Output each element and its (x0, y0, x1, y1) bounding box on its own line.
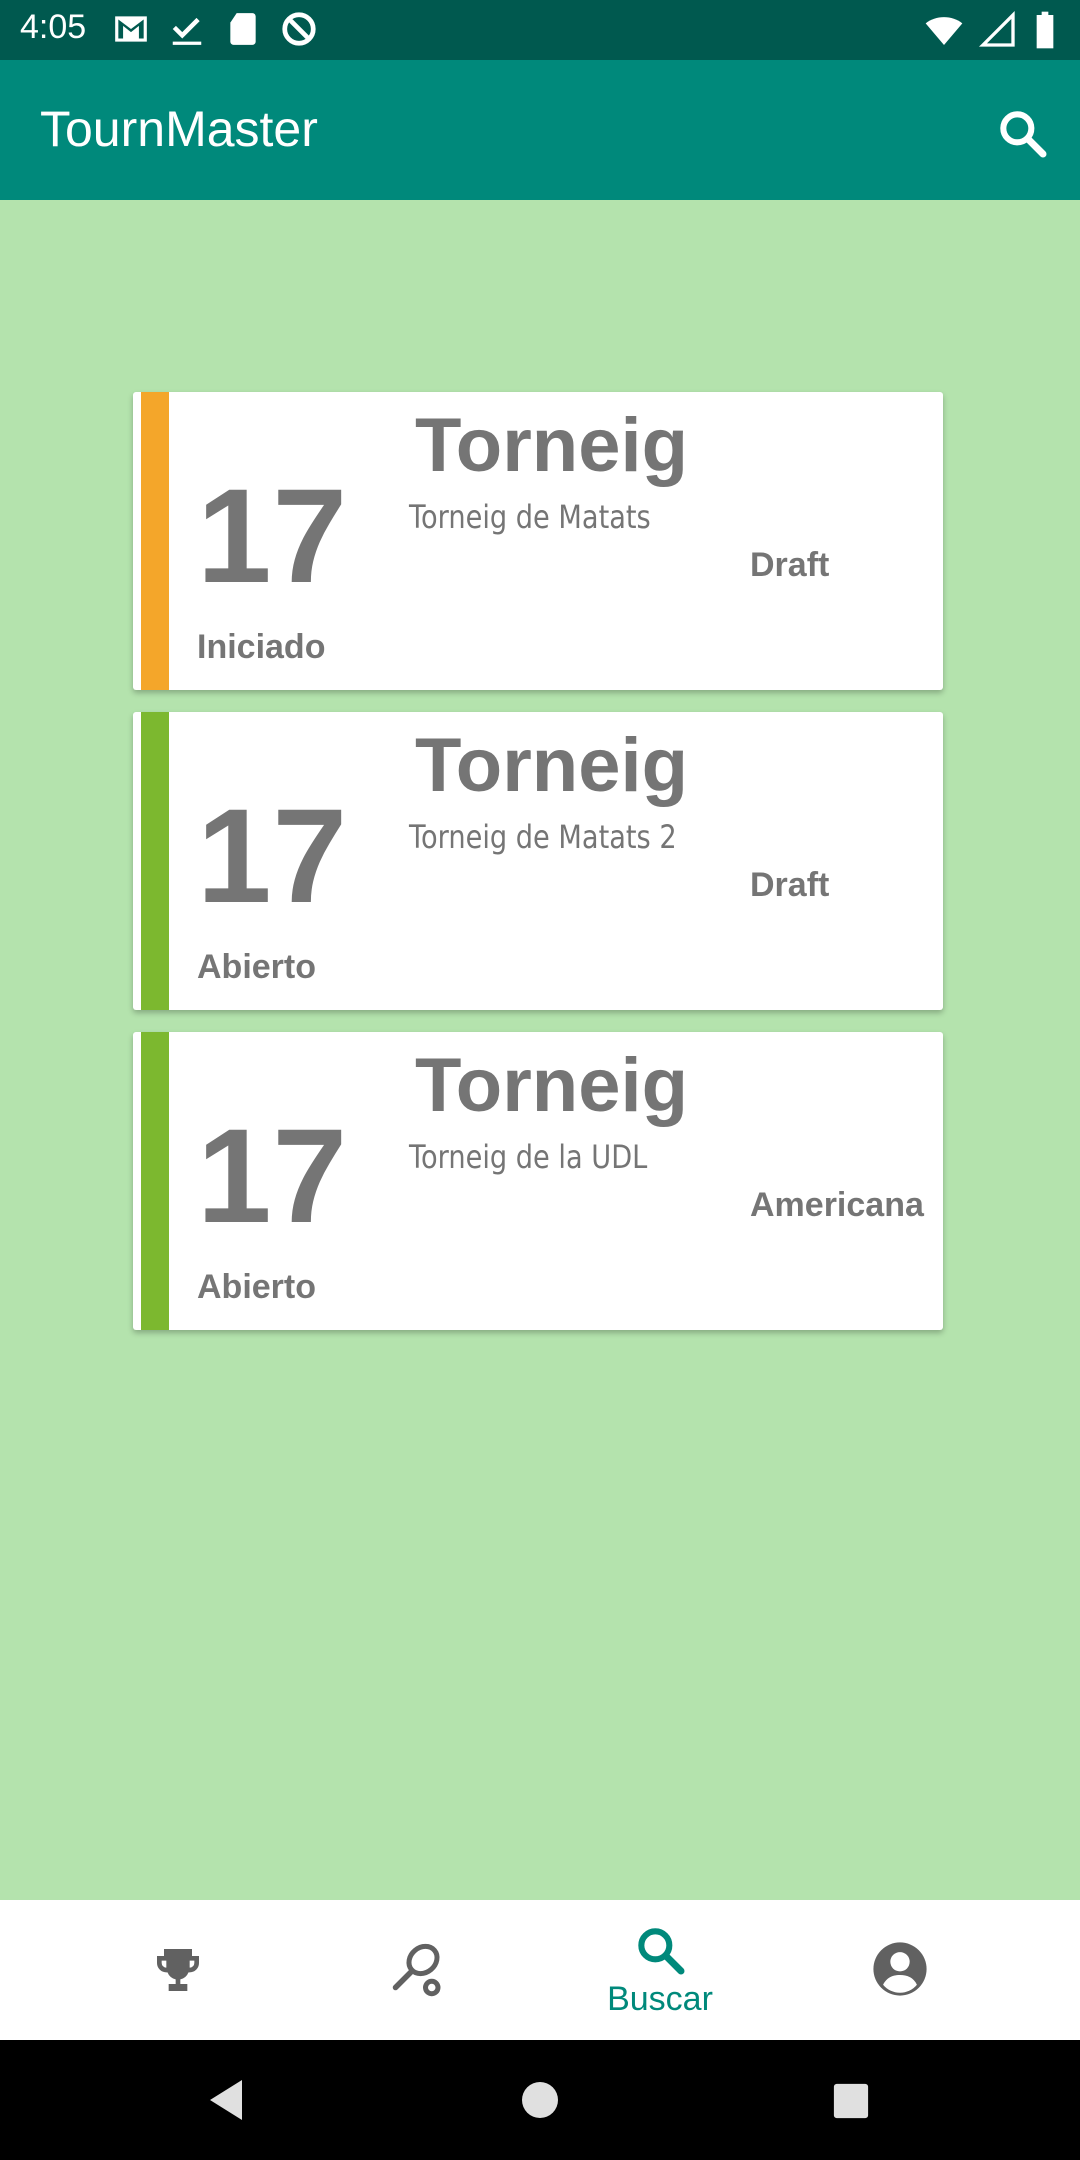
status-bar: 4:05 (0, 0, 1080, 60)
nav-item-profile[interactable] (780, 1900, 1020, 2040)
tournament-card[interactable]: 17 Torneig Torneig de la UDL Americana A… (133, 1032, 943, 1330)
tournament-subtitle: Torneig de la UDL (409, 1138, 648, 1176)
nav-item-tournaments[interactable] (58, 1900, 298, 2040)
tournament-number: 17 (197, 1102, 349, 1251)
tournament-number: 17 (197, 462, 349, 611)
tournament-status: Iniciado (197, 628, 326, 666)
tournament-status: Abierto (197, 948, 316, 986)
app-title: TournMaster (40, 101, 318, 157)
recents-icon[interactable] (832, 2082, 870, 2120)
trophy-icon (157, 1949, 199, 1991)
app-bar: TournMaster (0, 60, 1080, 200)
tournament-subtitle: Torneig de Matats (409, 498, 651, 536)
system-status-icons (924, 10, 1058, 50)
tournament-card[interactable]: 17 Torneig Torneig de Matats Draft Inici… (133, 392, 943, 690)
check-icon (172, 17, 202, 45)
sd-card-icon (230, 13, 256, 45)
sync-off-icon (282, 12, 316, 46)
nav-label-search: Buscar (607, 1980, 713, 2018)
status-time: 4:05 (20, 8, 87, 46)
search-icon (638, 1928, 685, 1975)
tournament-type: Draft (750, 866, 830, 904)
wifi-icon (925, 17, 963, 45)
tournament-type: Americana (750, 1186, 924, 1224)
home-icon[interactable] (520, 2080, 560, 2120)
notification-icons (112, 10, 318, 48)
tournament-title: Torneig (415, 403, 689, 488)
search-icon[interactable] (994, 105, 1050, 161)
nav-item-search[interactable]: Buscar (540, 1900, 780, 2040)
tournament-title: Torneig (415, 723, 689, 808)
back-icon[interactable] (206, 2078, 246, 2122)
account-icon (873, 1942, 927, 1996)
status-stripe (141, 392, 169, 690)
nav-item-matches[interactable] (298, 1900, 538, 2040)
tournament-type: Draft (750, 546, 830, 584)
tournament-title: Torneig (415, 1043, 689, 1128)
tournament-number: 17 (197, 782, 349, 931)
signal-icon (978, 10, 1015, 47)
tennis-racket-icon (392, 1943, 441, 1997)
status-stripe (141, 1032, 169, 1330)
bottom-navigation: Buscar (0, 1900, 1080, 2040)
battery-icon (1036, 11, 1054, 49)
gmail-icon (115, 16, 147, 42)
system-navigation-bar (0, 2040, 1080, 2160)
tournament-status: Abierto (197, 1268, 316, 1306)
tournament-card[interactable]: 17 Torneig Torneig de Matats 2 Draft Abi… (133, 712, 943, 1010)
tournament-subtitle: Torneig de Matats 2 (409, 818, 677, 856)
status-stripe (141, 712, 169, 1010)
